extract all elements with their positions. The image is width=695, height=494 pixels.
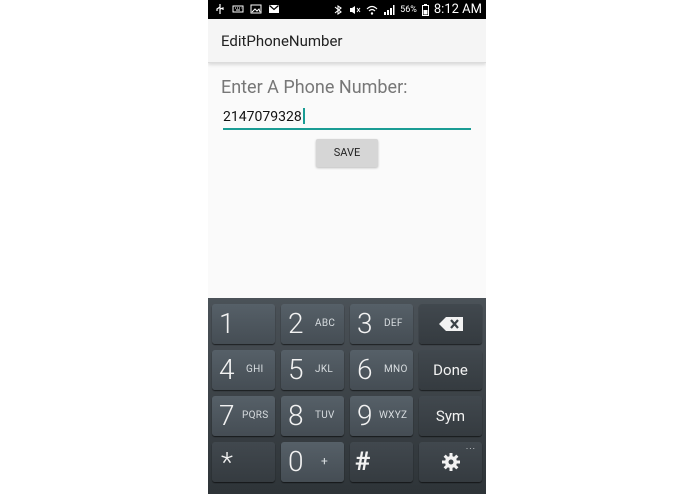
keyboard-icon — [232, 5, 244, 13]
numeric-keyboard: 1 2 ABC 3 DEF 4 GHI 5 JKL 6 MNO Done 7 P… — [208, 298, 486, 494]
app-title: EditPhoneNumber — [221, 32, 343, 50]
key-4-letters: GHI — [246, 364, 264, 375]
key-4-digit: 4 — [219, 353, 235, 386]
clock: 8:12 AM — [433, 2, 482, 17]
phone-screen: 56% 8:12 AM EditPhoneNumber Enter A Phon… — [208, 0, 486, 494]
key-5-digit: 5 — [288, 353, 304, 386]
key-7-letters: PQRS — [242, 410, 269, 421]
key-0-plus: + — [321, 454, 329, 468]
phone-prompt-label: Enter A Phone Number: — [221, 77, 408, 98]
bluetooth-icon — [334, 4, 343, 15]
phone-number-field[interactable]: 2147079328 — [223, 106, 471, 130]
battery-percent: 56% — [400, 4, 417, 15]
key-8-letters: TUV — [315, 410, 335, 421]
usb-icon — [216, 4, 224, 14]
key-2-digit: 2 — [288, 307, 304, 340]
key-6-letters: MNO — [384, 364, 408, 375]
gear-icon — [441, 453, 460, 471]
key-star[interactable]: * — [212, 442, 275, 482]
key-8[interactable]: 8 TUV — [281, 396, 344, 436]
text-cursor — [302, 108, 305, 124]
app-bar: EditPhoneNumber — [208, 19, 486, 63]
gmail-icon — [269, 5, 279, 13]
key-7-digit: 7 — [219, 399, 235, 432]
key-2[interactable]: 2 ABC — [281, 304, 344, 344]
key-5-letters: JKL — [315, 364, 334, 375]
backspace-key[interactable] — [419, 304, 482, 344]
key-0[interactable]: 0 + — [281, 442, 344, 482]
status-notifications — [214, 3, 280, 15]
mute-icon — [350, 5, 361, 14]
key-7[interactable]: 7 PQRS — [212, 396, 275, 436]
wifi-icon — [366, 5, 378, 15]
save-button[interactable]: SAVE — [316, 139, 378, 167]
key-3[interactable]: 3 DEF — [350, 304, 413, 344]
phone-number-value: 2147079328 — [223, 109, 302, 125]
done-key[interactable]: Done — [419, 350, 482, 390]
key-2-letters: ABC — [315, 318, 336, 329]
signal-icon — [384, 4, 395, 15]
key-4[interactable]: 4 GHI — [212, 350, 275, 390]
key-6-digit: 6 — [357, 353, 373, 386]
settings-key-face — [419, 442, 482, 482]
key-9-digit: 9 — [357, 399, 373, 432]
status-system: 56% 8:12 AM — [332, 2, 482, 17]
done-key-label: Done — [433, 361, 468, 379]
key-hash[interactable]: # — [350, 442, 413, 482]
key-0-digit: 0 — [288, 445, 304, 478]
key-star-symbol: * — [221, 446, 233, 479]
sym-key[interactable]: Sym — [419, 396, 482, 436]
key-1-digit: 1 — [219, 307, 235, 340]
status-bar: 56% 8:12 AM — [208, 0, 486, 19]
key-8-digit: 8 — [288, 399, 304, 432]
settings-key[interactable]: ... — [419, 442, 482, 482]
sym-key-label: Sym — [435, 407, 466, 425]
key-3-digit: 3 — [357, 307, 373, 340]
key-9[interactable]: 9 WXYZ — [350, 396, 413, 436]
backspace-icon — [438, 317, 463, 331]
key-3-letters: DEF — [384, 318, 403, 329]
key-hash-symbol: # — [355, 447, 371, 477]
battery-icon — [421, 3, 429, 16]
image-icon — [250, 4, 262, 14]
key-5[interactable]: 5 JKL — [281, 350, 344, 390]
key-1[interactable]: 1 — [212, 304, 275, 344]
backspace-key-face — [419, 304, 482, 344]
key-6[interactable]: 6 MNO — [350, 350, 413, 390]
key-9-letters: WXYZ — [379, 410, 408, 421]
